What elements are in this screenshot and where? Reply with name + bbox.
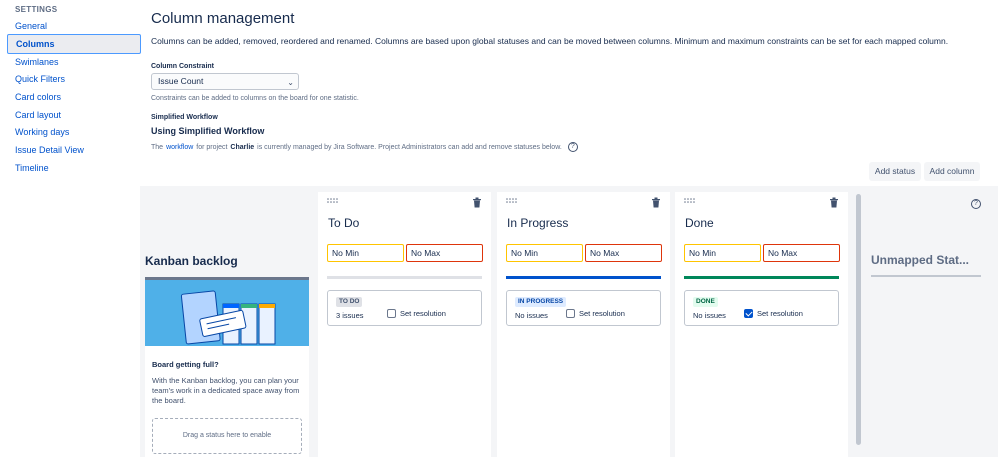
sidebar-item-card-colors[interactable]: Card colors [7, 87, 141, 107]
question-circle-icon[interactable]: ? [567, 142, 578, 152]
add-column-button[interactable]: Add column [924, 162, 980, 181]
column-in-progress: In Progress No Min No Max IN PROGRESS No… [497, 192, 670, 457]
status-card-done[interactable]: DONE No issues Set resolution [684, 290, 839, 326]
max-limit-input[interactable]: No Max [585, 244, 662, 262]
kanban-backlog-title: Kanban backlog [145, 254, 238, 268]
page-description: Columns can be added, removed, reordered… [151, 36, 949, 46]
issue-count: 3 issues [336, 311, 364, 320]
status-card-in-progress[interactable]: IN PROGRESS No issues Set resolution [506, 290, 661, 326]
unmapped-statuses-title: Unmapped Stat... [871, 253, 970, 267]
column-to-do: To Do No Min No Max TO DO 3 issues Set r… [318, 192, 491, 457]
sidebar-item-columns[interactable]: Columns [7, 34, 141, 54]
column-constraint-label: Column Constraint [151, 63, 214, 70]
set-resolution-checkbox[interactable]: Set resolution [744, 309, 803, 318]
max-limit-input[interactable]: No Max [406, 244, 483, 262]
column-status-bar [684, 276, 839, 279]
trash-icon[interactable] [472, 197, 482, 208]
page-title: Column management [151, 10, 295, 27]
checkbox-icon[interactable] [387, 309, 396, 318]
sidebar-item-issue-detail-view[interactable]: Issue Detail View [7, 140, 141, 160]
status-lozenge: TO DO [336, 297, 363, 307]
sidebar-item-quick-filters[interactable]: Quick Filters [7, 69, 141, 89]
drag-handle-icon[interactable] [684, 198, 696, 204]
kanban-backlog-card: Board getting full? With the Kanban back… [145, 277, 309, 457]
min-limit-input[interactable]: No Min [327, 244, 404, 262]
column-title[interactable]: Done [685, 216, 714, 230]
trash-icon[interactable] [829, 197, 839, 208]
status-lozenge: DONE [693, 297, 718, 307]
max-limit-input[interactable]: No Max [763, 244, 840, 262]
sidebar-item-working-days[interactable]: Working days [7, 122, 141, 142]
project-name: Charlie [230, 143, 255, 151]
set-resolution-label: Set resolution [400, 309, 446, 318]
min-limit-input[interactable]: No Min [506, 244, 583, 262]
column-constraint-value: Issue Count [158, 76, 204, 86]
checkbox-checked-icon[interactable] [744, 309, 753, 318]
status-lozenge: IN PROGRESS [515, 297, 567, 307]
min-limit-input[interactable]: No Min [684, 244, 761, 262]
workflow-text-mid: for project [196, 143, 228, 151]
trash-icon[interactable] [651, 197, 661, 208]
backlog-body: With the Kanban backlog, you can plan yo… [152, 376, 300, 405]
column-status-bar [327, 276, 482, 279]
workflow-link[interactable]: workflow [166, 144, 193, 151]
set-resolution-label: Set resolution [579, 309, 625, 318]
column-status-bar [506, 276, 661, 279]
status-card-to-do[interactable]: TO DO 3 issues Set resolution [327, 290, 482, 326]
sidebar-item-timeline[interactable]: Timeline [7, 158, 141, 178]
workflow-info: The workflow for project Charlie is curr… [151, 142, 578, 152]
issue-count: No issues [515, 311, 548, 320]
set-resolution-checkbox[interactable]: Set resolution [387, 309, 446, 318]
workflow-text-suffix: is currently managed by Jira Software. P… [257, 143, 562, 151]
settings-sidebar: SETTINGS General Columns Swimlanes Quick… [0, 0, 142, 457]
sidebar-item-general[interactable]: General [7, 16, 141, 36]
question-circle-icon[interactable]: ? [971, 199, 981, 209]
column-constraint-select[interactable]: Issue Count ⌄ [151, 73, 299, 90]
simplified-workflow-title: Using Simplified Workflow [151, 126, 265, 136]
unmapped-status-bar [871, 275, 981, 277]
checkbox-icon[interactable] [566, 309, 575, 318]
issue-count: No issues [693, 311, 726, 320]
set-resolution-label: Set resolution [757, 309, 803, 318]
column-title[interactable]: In Progress [507, 216, 568, 230]
add-status-button[interactable]: Add status [869, 162, 921, 181]
chevron-down-icon: ⌄ [287, 78, 294, 87]
board-scrollbar[interactable] [856, 194, 861, 445]
column-done: Done No Min No Max DONE No issues Set re… [675, 192, 848, 457]
drag-handle-icon[interactable] [327, 198, 339, 204]
simplified-workflow-label: Simplified Workflow [151, 114, 218, 121]
backlog-drop-zone[interactable]: Drag a status here to enable [152, 418, 302, 454]
workflow-text-prefix: The [151, 143, 164, 151]
sidebar-heading: SETTINGS [15, 5, 58, 14]
backlog-heading: Board getting full? [152, 360, 219, 369]
column-title[interactable]: To Do [328, 216, 359, 230]
set-resolution-checkbox[interactable]: Set resolution [566, 309, 625, 318]
constraint-help-text: Constraints can be added to columns on t… [151, 95, 359, 102]
drag-handle-icon[interactable] [506, 198, 518, 204]
board-illustration [145, 280, 309, 346]
